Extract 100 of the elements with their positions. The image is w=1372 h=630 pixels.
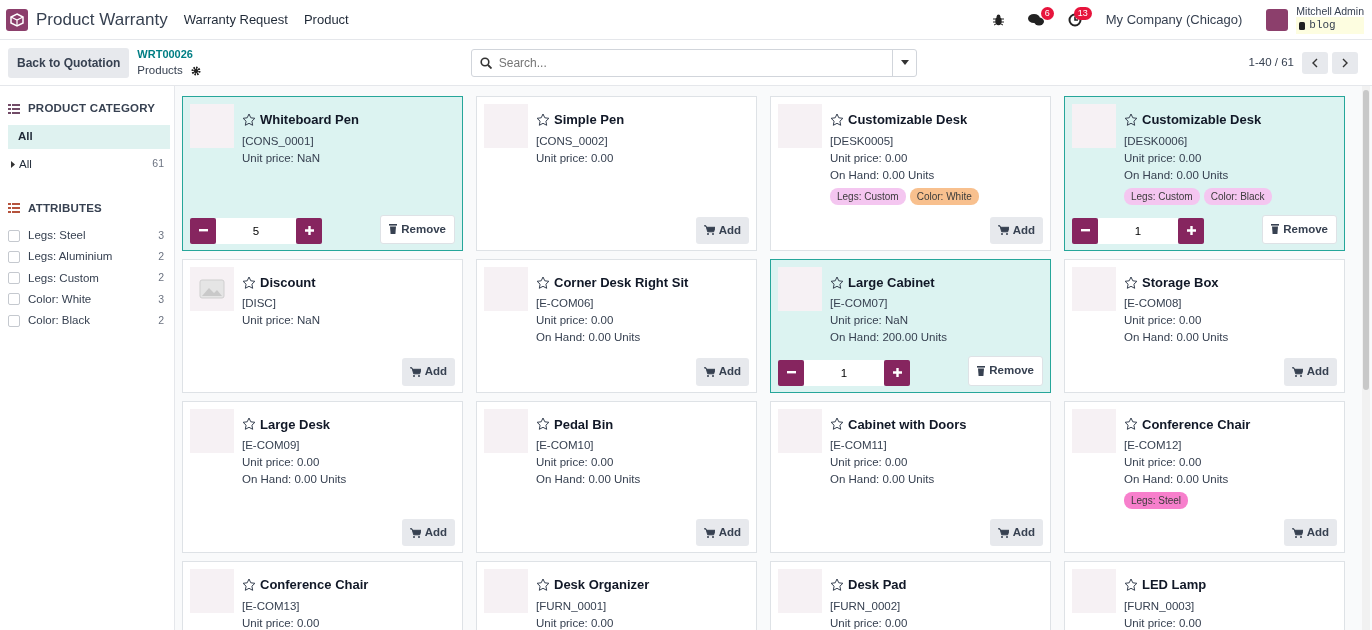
product-card[interactable]: Conference Chair [E-COM13] Unit price: 0.00: [182, 561, 463, 630]
attribute-tag: Legs: Custom: [830, 187, 906, 205]
product-card[interactable]: LED Lamp [FURN_0003] Unit price: 0.00: [1064, 561, 1345, 630]
trash-icon: [1271, 224, 1280, 235]
star-icon[interactable]: [536, 578, 550, 592]
product-card[interactable]: Corner Desk Right Sit [E-COM06] Unit price: 0.00 On Hand: 0.00 Units Add: [476, 258, 757, 393]
add-button[interactable]: Add: [1283, 358, 1337, 386]
star-icon[interactable]: [536, 417, 550, 432]
bug-icon[interactable]: [992, 13, 1004, 26]
checkbox[interactable]: [8, 250, 20, 263]
star-icon[interactable]: [242, 417, 256, 432]
chat-icon[interactable]: [1027, 12, 1044, 27]
unit-price: Unit price: 0.00: [242, 615, 321, 630]
breadcrumb-link[interactable]: WRT00026: [137, 45, 201, 63]
star-icon[interactable]: [536, 112, 550, 127]
product-card[interactable]: Large Cabinet [E-COM07] Unit price: NaN On Hand: 200.00 Units 1 Remove: [770, 258, 1051, 393]
product-card[interactable]: Desk Pad [FURN_0002] Unit price: 0.00: [770, 561, 1051, 630]
increase-button[interactable]: [884, 359, 910, 386]
previous-page-button[interactable]: [1302, 51, 1328, 74]
menu-item[interactable]: Warranty Request: [175, 9, 296, 30]
add-button[interactable]: Add: [989, 519, 1043, 547]
decrease-button[interactable]: [778, 359, 804, 386]
attribute-label[interactable]: Legs: Steel: [28, 227, 86, 245]
caret-right-icon: [11, 160, 15, 168]
database-name: blog: [1309, 18, 1336, 34]
product-card[interactable]: Customizable Desk [DESK0005] Unit price: 0.00 On Hand: 0.00 Units Legs: Custom Color: White Add: [770, 96, 1051, 251]
star-icon[interactable]: [536, 275, 550, 290]
cart-icon: [1291, 366, 1303, 377]
product-card[interactable]: Discount [DISC] Unit price: NaN Add: [182, 258, 463, 393]
checkbox[interactable]: [8, 293, 20, 306]
product-code: [FURN_0002]: [830, 598, 902, 614]
attribute-label[interactable]: Color: Black: [28, 312, 90, 330]
add-button[interactable]: Add: [989, 216, 1043, 244]
increase-button[interactable]: [1178, 217, 1204, 244]
product-card[interactable]: Customizable Desk [DESK0006] Unit price: 0.00 On Hand: 0.00 Units Legs: Custom Color: Black 1 Remove: [1064, 96, 1345, 251]
gear-icon[interactable]: [190, 65, 201, 76]
product-card[interactable]: Simple Pen [CONS_0002] Unit price: 0.00 Add: [476, 96, 757, 251]
back-button[interactable]: Back to Quotation: [8, 47, 130, 78]
remove-button[interactable]: Remove: [968, 356, 1043, 386]
caret-down-icon[interactable]: [900, 60, 909, 65]
product-card[interactable]: Storage Box [E-COM08] Unit price: 0.00 On Hand: 0.00 Units Add: [1064, 258, 1345, 393]
product-name: Desk Pad: [848, 576, 907, 595]
unit-price: Unit price: NaN: [242, 150, 321, 166]
box-icon: [10, 12, 24, 27]
quantity-field[interactable]: 5: [216, 217, 296, 244]
star-icon[interactable]: [830, 417, 844, 432]
star-icon[interactable]: [242, 112, 256, 127]
checkbox[interactable]: [8, 272, 20, 285]
product-card[interactable]: Pedal Bin [E-COM10] Unit price: 0.00 On Hand: 0.00 Units Add: [476, 400, 757, 554]
star-icon[interactable]: [830, 275, 844, 290]
product-card[interactable]: Large Desk [E-COM09] Unit price: 0.00 On Hand: 0.00 Units Add: [182, 400, 463, 554]
add-button[interactable]: Add: [695, 358, 749, 386]
star-icon[interactable]: [830, 112, 844, 127]
product-card[interactable]: Conference Chair [E-COM12] Unit price: 0.00 On Hand: 0.00 Units Legs: Steel Add: [1064, 400, 1345, 554]
add-button[interactable]: Add: [695, 519, 749, 547]
star-icon[interactable]: [1124, 275, 1138, 290]
decrease-button[interactable]: [190, 217, 216, 244]
remove-button[interactable]: Remove: [1262, 214, 1337, 244]
add-button[interactable]: Add: [401, 358, 455, 386]
product-card[interactable]: Desk Organizer [FURN_0001] Unit price: 0.00: [476, 561, 757, 630]
star-icon[interactable]: [1124, 417, 1138, 432]
remove-button[interactable]: Remove: [380, 214, 455, 244]
attribute-label[interactable]: Color: White: [28, 290, 92, 308]
attribute-label[interactable]: Legs: Aluminium: [28, 248, 113, 266]
user-avatar[interactable]: [1266, 8, 1289, 31]
attribute-label[interactable]: Legs: Custom: [28, 269, 99, 287]
product-card[interactable]: Cabinet with Doors [E-COM11] Unit price: 0.00 On Hand: 0.00 Units Add: [770, 400, 1051, 554]
search-field[interactable]: Search...: [470, 48, 917, 77]
quantity-field[interactable]: 1: [804, 359, 884, 386]
on-hand-quantity: On Hand: 0.00 Units: [536, 472, 641, 487]
add-button[interactable]: Add: [401, 519, 455, 547]
scrollbar-thumb[interactable]: [1363, 90, 1369, 390]
menu-item[interactable]: Product: [295, 9, 357, 30]
star-icon[interactable]: [830, 578, 844, 592]
unit-price: Unit price: 0.00: [1124, 313, 1203, 329]
star-icon[interactable]: [242, 275, 256, 290]
add-button[interactable]: Add: [1283, 519, 1337, 547]
section-heading: PRODUCT CATEGORY: [28, 101, 156, 116]
unit-price: Unit price: 0.00: [830, 150, 909, 166]
increase-button[interactable]: [296, 217, 322, 244]
category-item[interactable]: All: [8, 125, 170, 149]
unit-price: Unit price: 0.00: [830, 615, 908, 630]
category-item[interactable]: All 61: [8, 152, 170, 176]
section-heading: ATTRIBUTES: [28, 200, 102, 216]
decrease-button[interactable]: [1072, 217, 1098, 244]
checkbox[interactable]: [8, 229, 20, 242]
checkbox[interactable]: [8, 314, 20, 327]
star-icon[interactable]: [242, 578, 256, 592]
unit-price: Unit price: 0.00: [536, 615, 615, 630]
next-page-button[interactable]: [1332, 51, 1358, 74]
app-logo[interactable]: [6, 8, 28, 31]
add-button[interactable]: Add: [695, 216, 749, 244]
quantity-field[interactable]: 1: [1098, 217, 1178, 244]
star-icon[interactable]: [1124, 112, 1138, 127]
minus-icon: [786, 371, 796, 374]
product-code: [E-COM12]: [1124, 438, 1183, 453]
star-icon[interactable]: [1124, 578, 1138, 592]
product-card[interactable]: Whiteboard Pen [CONS_0001] Unit price: NaN 5 Remove: [182, 96, 463, 251]
company-switcher[interactable]: My Company (Chicago): [1105, 9, 1243, 30]
unit-price: Unit price: 0.00: [830, 455, 909, 470]
